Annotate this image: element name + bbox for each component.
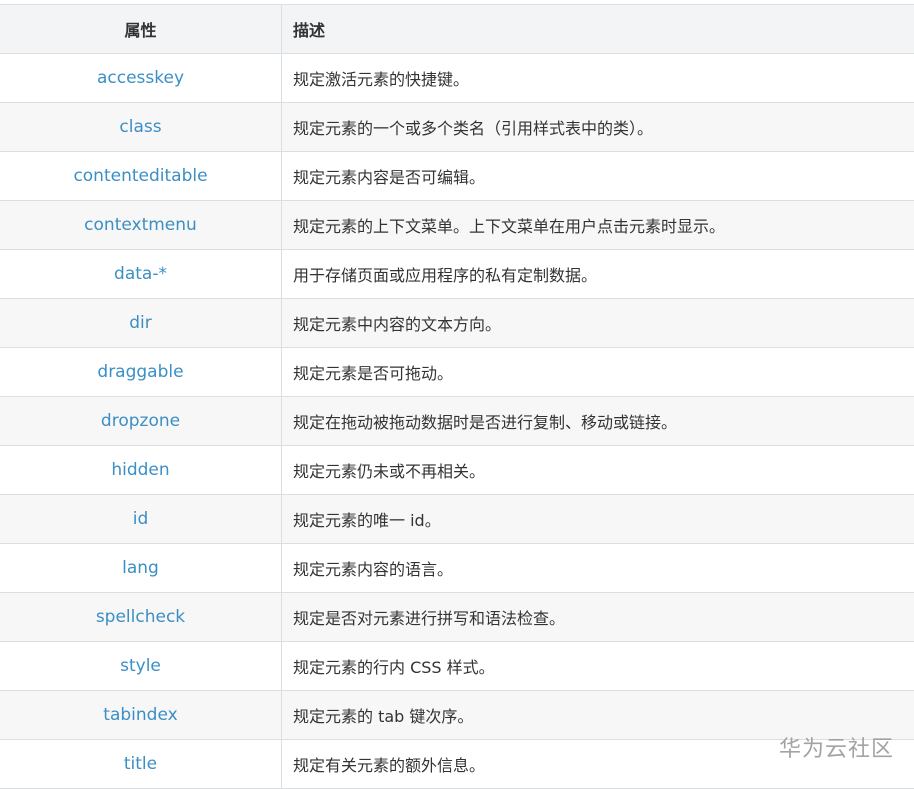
attribute-name[interactable]: hidden bbox=[0, 446, 282, 494]
attribute-name[interactable]: style bbox=[0, 642, 282, 690]
attribute-description: 规定元素是否可拖动。 bbox=[293, 364, 454, 383]
table-row: data-* 用于存储页面或应用程序的私有定制数据。 bbox=[0, 250, 914, 299]
attribute-name[interactable]: dropzone bbox=[0, 397, 282, 445]
table-row: draggable 规定元素是否可拖动。 bbox=[0, 348, 914, 397]
attribute-description: 规定元素仍未或不再相关。 bbox=[293, 462, 486, 481]
attribute-name[interactable]: id bbox=[0, 495, 282, 543]
table-row: style 规定元素的行内 CSS 样式。 bbox=[0, 642, 914, 691]
table-row: class 规定元素的一个或多个类名（引用样式表中的类）。 bbox=[0, 103, 914, 152]
table-row: spellcheck 规定是否对元素进行拼写和语法检查。 bbox=[0, 593, 914, 642]
table-row: dropzone 规定在拖动被拖动数据时是否进行复制、移动或链接。 bbox=[0, 397, 914, 446]
attribute-name[interactable]: class bbox=[0, 103, 282, 151]
attribute-description: 规定在拖动被拖动数据时是否进行复制、移动或链接。 bbox=[293, 413, 678, 432]
table-row: dir 规定元素中内容的文本方向。 bbox=[0, 299, 914, 348]
attribute-name[interactable]: tabindex bbox=[0, 691, 282, 739]
attribute-description: 规定元素的唯一 id。 bbox=[293, 511, 441, 530]
header-description: 描述 bbox=[293, 21, 326, 40]
table-row: contenteditable 规定元素内容是否可编辑。 bbox=[0, 152, 914, 201]
table-row: accesskey 规定激活元素的快捷键。 bbox=[0, 54, 914, 103]
attribute-name[interactable]: accesskey bbox=[0, 54, 282, 102]
attribute-name[interactable]: contextmenu bbox=[0, 201, 282, 249]
attribute-name[interactable]: draggable bbox=[0, 348, 282, 396]
attribute-description: 规定激活元素的快捷键。 bbox=[293, 70, 470, 89]
attribute-name[interactable]: dir bbox=[0, 299, 282, 347]
attribute-name[interactable]: data-* bbox=[0, 250, 282, 298]
attribute-description: 规定元素中内容的文本方向。 bbox=[293, 315, 502, 334]
table-row: hidden 规定元素仍未或不再相关。 bbox=[0, 446, 914, 495]
table-row: title 规定有关元素的额外信息。 bbox=[0, 740, 914, 789]
attribute-description: 规定是否对元素进行拼写和语法检查。 bbox=[293, 609, 566, 628]
attribute-description: 规定元素的行内 CSS 样式。 bbox=[293, 658, 495, 677]
attribute-name[interactable]: spellcheck bbox=[0, 593, 282, 641]
attribute-description: 规定元素内容的语言。 bbox=[293, 560, 454, 579]
attribute-description: 用于存储页面或应用程序的私有定制数据。 bbox=[293, 266, 598, 285]
table-row: tabindex 规定元素的 tab 键次序。 bbox=[0, 691, 914, 740]
watermark: 华为云社区 bbox=[778, 737, 894, 762]
attribute-description: 规定元素内容是否可编辑。 bbox=[293, 168, 486, 187]
attributes-table: 属性 描述 accesskey 规定激活元素的快捷键。 class 规定元素的一… bbox=[0, 4, 914, 789]
attribute-description: 规定元素的上下文菜单。上下文菜单在用户点击元素时显示。 bbox=[293, 217, 726, 236]
table-row: lang 规定元素内容的语言。 bbox=[0, 544, 914, 593]
header-attribute: 属性 bbox=[0, 5, 282, 53]
table-header-row: 属性 描述 bbox=[0, 5, 914, 54]
table-row: contextmenu 规定元素的上下文菜单。上下文菜单在用户点击元素时显示。 bbox=[0, 201, 914, 250]
attribute-name[interactable]: contenteditable bbox=[0, 152, 282, 200]
attribute-description: 规定元素的一个或多个类名（引用样式表中的类）。 bbox=[293, 119, 654, 138]
attribute-name[interactable]: lang bbox=[0, 544, 282, 592]
attribute-name[interactable]: title bbox=[0, 740, 282, 788]
table-row: id 规定元素的唯一 id。 bbox=[0, 495, 914, 544]
